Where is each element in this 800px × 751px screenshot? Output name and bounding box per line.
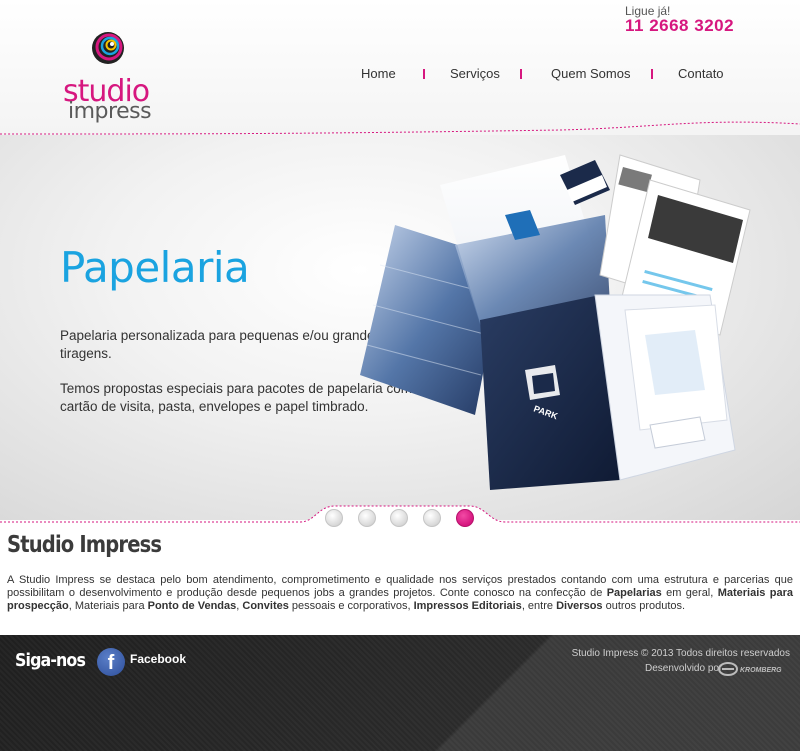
logo-word-impress: impress bbox=[68, 99, 152, 124]
slider-dot-3[interactable] bbox=[390, 509, 408, 527]
logo-swirl-icon bbox=[92, 32, 124, 64]
slider-dot-2[interactable] bbox=[358, 509, 376, 527]
slider-dot-4[interactable] bbox=[423, 509, 441, 527]
facebook-link[interactable]: Facebook bbox=[130, 652, 186, 666]
footer: Siga-nos f Facebook Studio Impress © 201… bbox=[0, 635, 800, 751]
nav-item-quem-somos[interactable]: Quem Somos bbox=[551, 66, 630, 81]
nav-separator bbox=[520, 69, 522, 79]
studio-impress-logo[interactable]: studio impress bbox=[58, 22, 168, 123]
banner-title: Papelaria bbox=[60, 243, 250, 292]
developed-by-label: Desenvolvido por bbox=[645, 663, 723, 674]
about-text: A Studio Impress se destaca pelo bom ate… bbox=[7, 574, 794, 612]
developer-logo[interactable]: KROMBERG bbox=[718, 661, 793, 677]
copyright-text: Studio Impress © 2013 Todos direitos res… bbox=[571, 648, 790, 659]
nav-separator bbox=[651, 69, 653, 79]
follow-us-label: Siga-nos bbox=[15, 650, 86, 671]
nav-item-home[interactable]: Home bbox=[361, 66, 396, 81]
developer-name: KROMBERG bbox=[740, 667, 782, 674]
slider-controls bbox=[0, 500, 800, 536]
hero-banner: Papelaria Papelaria personalizada para p… bbox=[0, 135, 800, 520]
slider-dot-5-active[interactable] bbox=[456, 509, 474, 527]
slider-dot-1[interactable] bbox=[325, 509, 343, 527]
phone-number: 11 2668 3202 bbox=[625, 16, 735, 35]
facebook-icon[interactable]: f bbox=[97, 648, 125, 676]
header-divider bbox=[0, 121, 800, 135]
main-nav: Home Serviços Quem Somos Contato bbox=[330, 66, 800, 86]
nav-item-servicos[interactable]: Serviços bbox=[450, 66, 500, 81]
stationery-mockup-image: PARK bbox=[360, 154, 751, 490]
about-title: Studio Impress bbox=[7, 532, 162, 558]
header: studio impress Ligue já! 11 2668 3202 Ho… bbox=[0, 0, 800, 135]
nav-item-contato[interactable]: Contato bbox=[678, 66, 724, 81]
nav-separator bbox=[423, 69, 425, 79]
